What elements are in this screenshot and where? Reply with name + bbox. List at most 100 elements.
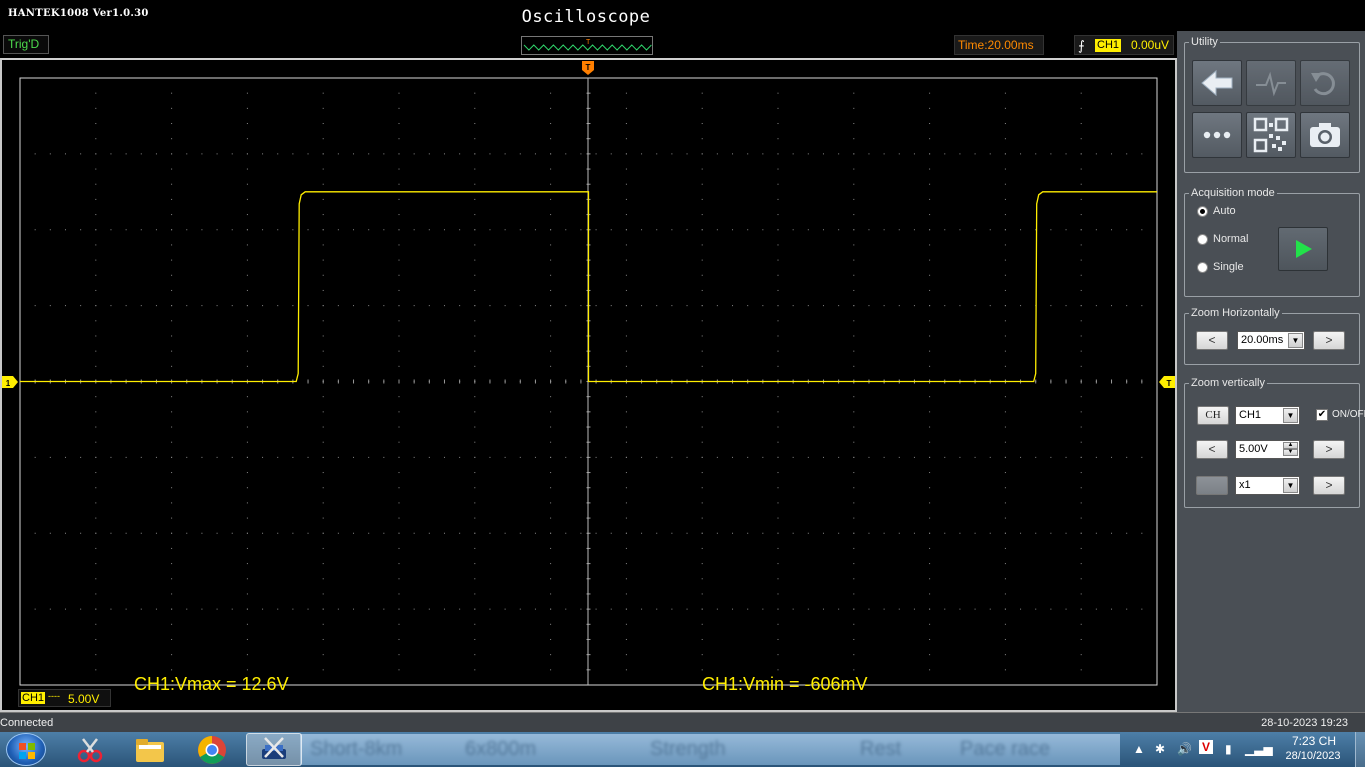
- grid-dot: [383, 532, 385, 534]
- grid-dot: [246, 411, 248, 413]
- channel-select[interactable]: CH1 ▼: [1235, 406, 1300, 425]
- grid-dot: [201, 229, 203, 231]
- grid-dot: [1004, 107, 1006, 109]
- grid-dot: [792, 532, 794, 534]
- grid-dot: [459, 153, 461, 155]
- grid-dot: [777, 229, 779, 231]
- grid-dot: [398, 517, 400, 519]
- grid-dot: [777, 335, 779, 337]
- dropdown-arrow-icon[interactable]: ▼: [1288, 333, 1303, 348]
- grid-dot: [807, 229, 809, 231]
- grid-dot: [701, 153, 703, 155]
- grid-dot: [716, 532, 718, 534]
- taskbar-file-explorer[interactable]: [122, 733, 178, 766]
- grid-dot: [95, 426, 97, 428]
- battery-icon[interactable]: ▮: [1225, 742, 1232, 756]
- grid-dot: [155, 532, 157, 534]
- timebase-select[interactable]: 20.00ms ▼: [1237, 331, 1305, 350]
- grid-dot: [1111, 456, 1113, 458]
- auto-radio[interactable]: Auto: [1197, 205, 1236, 217]
- channel-button[interactable]: CH: [1197, 406, 1229, 425]
- clock-date[interactable]: 28/10/2023: [1278, 750, 1348, 762]
- grid-dot: [807, 456, 809, 458]
- single-radio[interactable]: Single: [1197, 261, 1244, 273]
- grid-dot: [474, 578, 476, 580]
- network-signal-icon[interactable]: ▁▃▅: [1245, 742, 1273, 756]
- grid-dot: [1020, 608, 1022, 610]
- grid-dot: [671, 456, 673, 458]
- normal-radio[interactable]: Normal: [1197, 233, 1248, 245]
- more-button[interactable]: [1192, 112, 1242, 158]
- grid-dot: [95, 183, 97, 185]
- run-button[interactable]: [1278, 227, 1328, 271]
- dropdown-arrow-icon[interactable]: ▼: [1283, 478, 1298, 493]
- show-hidden-icons-icon[interactable]: ▲: [1133, 742, 1145, 756]
- spin-up-icon[interactable]: ▲: [1283, 442, 1298, 449]
- single-radio-dot[interactable]: [1197, 261, 1208, 273]
- taskbar-chrome[interactable]: [184, 733, 240, 766]
- zoom-horizontal-group: Zoom Horizontally < 20.00ms ▼ >: [1184, 307, 1360, 365]
- spin-buttons[interactable]: ▲ ▼: [1283, 442, 1298, 457]
- math-wave-button[interactable]: [1246, 60, 1296, 106]
- grid-dot: [883, 532, 885, 534]
- grid-dot: [853, 229, 855, 231]
- volume-icon[interactable]: 🔊: [1177, 742, 1192, 756]
- grid-dot: [534, 532, 536, 534]
- grid-dot: [1080, 547, 1082, 549]
- antivirus-icon[interactable]: V: [1199, 740, 1214, 754]
- show-desktop-button[interactable]: [1355, 732, 1365, 767]
- grid-dot: [853, 487, 855, 489]
- probe-select[interactable]: x1 ▼: [1235, 476, 1300, 495]
- probe-decrease-button[interactable]: [1196, 476, 1228, 495]
- grid-dot: [550, 502, 552, 504]
- grid-dot: [95, 547, 97, 549]
- grid-dot: [1141, 608, 1143, 610]
- ch1-ground-marker[interactable]: 1: [2, 376, 18, 388]
- scope-display[interactable]: T 1 T CH1:Vmax = 12.6V CH1:Vmin = -606mV: [0, 58, 1177, 712]
- taskbar-snipping-tool[interactable]: [62, 733, 118, 766]
- grid-dot: [777, 244, 779, 246]
- probe-increase-button[interactable]: >: [1313, 476, 1345, 495]
- grid-dot: [550, 198, 552, 200]
- spin-down-icon[interactable]: ▼: [1283, 449, 1298, 456]
- grid-dot: [1035, 153, 1037, 155]
- trigger-display: ⨍ CH1 0.00uV: [1074, 35, 1174, 55]
- grid-dot: [853, 396, 855, 398]
- back-button[interactable]: [1192, 60, 1242, 106]
- screenshot-button[interactable]: [1300, 112, 1350, 158]
- grid-dot: [110, 153, 112, 155]
- grid-dot: [944, 305, 946, 307]
- channel-onoff-checkbox[interactable]: ✔: [1316, 409, 1328, 421]
- grid-dot: [413, 229, 415, 231]
- normal-radio-dot[interactable]: [1197, 233, 1208, 245]
- qr-code-button[interactable]: [1246, 112, 1296, 158]
- zoom-v-increase-button[interactable]: >: [1313, 440, 1345, 459]
- auto-radio-dot[interactable]: [1197, 205, 1208, 217]
- clock-time[interactable]: 7:23 CH: [1289, 734, 1339, 748]
- connection-bar: Connected 28-10-2023 19:23: [0, 712, 1365, 732]
- zoom-h-increase-button[interactable]: >: [1313, 331, 1345, 350]
- grid-dot: [353, 229, 355, 231]
- timebase-display: Time:20.00ms: [954, 35, 1044, 55]
- start-button[interactable]: [6, 733, 46, 766]
- trigger-level-marker[interactable]: T: [1159, 376, 1175, 388]
- timebase-value: 20.00ms: [1241, 334, 1284, 346]
- dc-coupling-icon: ----: [48, 691, 60, 701]
- grid-dot: [929, 259, 931, 261]
- grid-dot: [625, 532, 627, 534]
- grid-dot: [246, 547, 248, 549]
- zoom-h-decrease-button[interactable]: <: [1196, 331, 1228, 350]
- mini-waveform-overview[interactable]: T: [521, 36, 653, 55]
- grid-dot: [1004, 274, 1006, 276]
- grid-dot: [777, 593, 779, 595]
- taskbar-hantek-scope[interactable]: [246, 733, 302, 766]
- undo-button[interactable]: [1300, 60, 1350, 106]
- zoom-v-decrease-button[interactable]: <: [1196, 440, 1228, 459]
- bluetooth-icon[interactable]: ✱: [1155, 742, 1165, 756]
- trigger-position-marker[interactable]: T: [582, 61, 594, 75]
- grid-dot: [428, 456, 430, 458]
- scope-canvas[interactable]: T 1 T: [2, 60, 1175, 710]
- grid-dot: [989, 229, 991, 231]
- volts-per-div-spinbox[interactable]: 5.00V ▲ ▼: [1235, 440, 1300, 459]
- dropdown-arrow-icon[interactable]: ▼: [1283, 408, 1298, 423]
